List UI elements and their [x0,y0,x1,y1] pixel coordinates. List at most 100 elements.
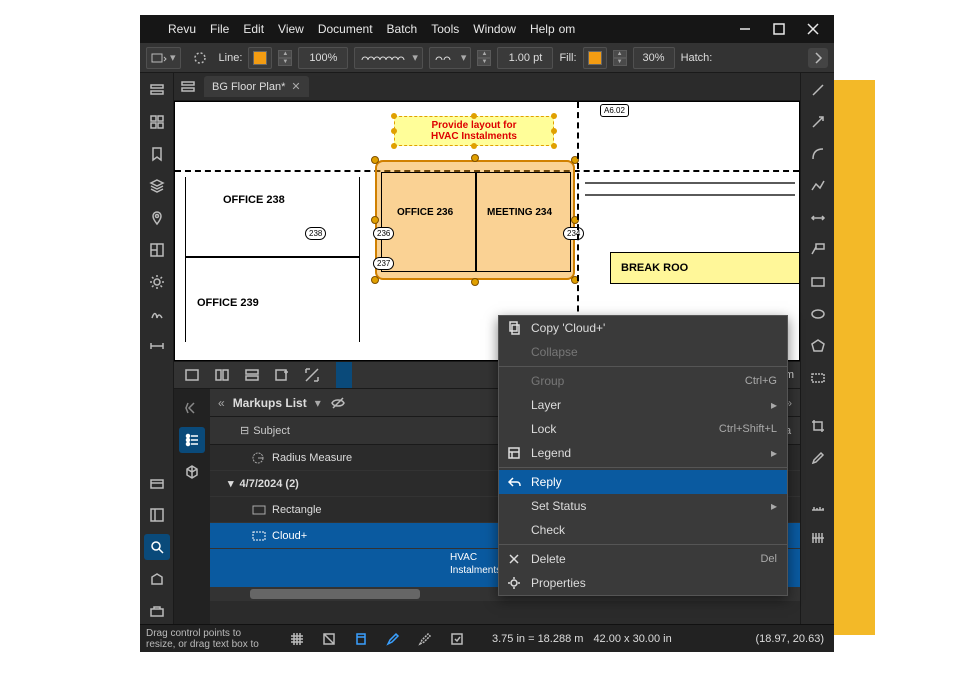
title-bar: Revu File Edit View Document Batch Tools… [140,15,834,43]
line-width-input[interactable] [502,52,548,64]
ctx-collapse: Collapse [499,340,787,364]
menu-edit[interactable]: Edit [243,22,264,36]
cloud-shape-icon[interactable] [187,45,213,71]
context-menu: Copy 'Cloud+' Collapse GroupCtrl+G Layer… [498,315,788,596]
close-tab-icon[interactable]: ✕ [291,80,300,93]
menu-revu[interactable]: Revu [168,22,196,36]
reuse-icon[interactable] [414,628,436,650]
callout-annotation[interactable]: Provide layout for HVAC Instalments [394,116,554,146]
snap-markup-icon[interactable] [382,628,404,650]
properties-panel-icon[interactable] [144,502,170,528]
spaces-icon[interactable] [144,237,170,263]
menu-batch[interactable]: Batch [387,22,418,36]
zoom-field[interactable] [298,47,348,69]
sheet-tag-a602: A6.02 [600,104,629,117]
zoom-input[interactable] [303,52,343,64]
sync-icon[interactable] [446,628,468,650]
close-button[interactable] [804,20,822,38]
ellipse-tool-icon[interactable] [805,301,831,327]
toolchest-icon[interactable] [144,470,170,496]
polygon-tool-icon[interactable] [805,333,831,359]
fill-label: Fill: [559,52,576,64]
snap-toggle-icon[interactable] [318,628,340,650]
end-style-dropdown[interactable]: ▾ [429,47,472,69]
menu-help[interactable]: Help [530,22,555,36]
width-stepper[interactable]: ▲▼ [477,50,491,66]
document-tab[interactable]: BG Floor Plan* ✕ [204,76,309,97]
new-view-icon[interactable] [270,363,294,387]
thumbnails-icon[interactable] [144,77,170,103]
sets-icon[interactable] [144,598,170,624]
layers-icon[interactable] [144,173,170,199]
zoom-stepper[interactable]: ▲▼ [278,50,292,66]
rectangle-tool-icon[interactable] [805,269,831,295]
menu-document[interactable]: Document [318,22,373,36]
profile-dropdown[interactable]: ▾ [146,47,181,69]
dimension-tool-icon[interactable] [805,205,831,231]
menu-extra: om [559,22,576,36]
menu-view[interactable]: View [278,22,304,36]
bookmark-icon[interactable] [144,141,170,167]
markups-list-icon[interactable] [179,427,205,453]
fill-color-swatch[interactable] [583,47,607,69]
highlight-tool-icon[interactable] [805,445,831,471]
room-label-office236: OFFICE 236 [397,207,453,218]
menu-tools[interactable]: Tools [431,22,459,36]
polyline-tool-icon[interactable] [805,173,831,199]
panel-collapse-icon[interactable] [179,395,205,421]
ctx-properties[interactable]: Properties [499,571,787,595]
search-panel-icon[interactable] [144,534,170,560]
menu-file[interactable]: File [210,22,229,36]
col-expand-icon[interactable]: ⊟ [240,424,249,437]
opacity-stepper[interactable]: ▲▼ [613,50,627,66]
opacity-field[interactable] [633,47,675,69]
arrow-tool-icon[interactable] [805,109,831,135]
ctx-lock[interactable]: LockCtrl+Shift+L [499,417,787,441]
opacity-input[interactable] [638,52,670,64]
grid-icon[interactable] [144,109,170,135]
tab-overflow-icon[interactable] [178,77,198,97]
studio-icon[interactable] [144,566,170,592]
hide-markups-icon[interactable] [329,394,347,412]
crop-tool-icon[interactable] [805,413,831,439]
ctx-reply[interactable]: Reply [499,470,787,494]
line-style-dropdown[interactable]: ▾ [354,47,423,69]
places-icon[interactable] [144,205,170,231]
line-color-swatch[interactable] [248,47,272,69]
ctx-legend[interactable]: Legend▸ [499,441,787,465]
ctx-group: GroupCtrl+G [499,369,787,393]
room-breakroom: BREAK ROO [610,252,800,284]
ctx-delete[interactable]: DeleteDel [499,547,787,571]
split-vert-icon[interactable] [210,363,234,387]
ctx-layer[interactable]: Layer▸ [499,393,787,417]
col-subject-label[interactable]: Subject [253,425,290,437]
callout-tool-icon[interactable] [805,237,831,263]
signatures-icon[interactable] [144,301,170,327]
arc-tool-icon[interactable] [805,141,831,167]
cloud-tool-icon[interactable] [805,365,831,391]
count-tool-icon[interactable] [805,525,831,551]
app-window: Revu File Edit View Document Batch Tools… [140,15,834,652]
line-tool-icon[interactable] [805,77,831,103]
settings-icon[interactable] [144,269,170,295]
status-dims: 42.00 x 30.00 in [593,633,671,645]
sync-view-icon[interactable] [300,363,324,387]
split-none-icon[interactable] [180,363,204,387]
minimize-button[interactable] [736,20,754,38]
line-width-field[interactable] [497,47,553,69]
snap-content-icon[interactable] [350,628,372,650]
grid-toggle-icon[interactable] [286,628,308,650]
menu-window[interactable]: Window [473,22,516,36]
calibrate-icon[interactable] [805,493,831,519]
panel-dropdown-icon[interactable]: ▾ [315,396,321,410]
hatch-label: Hatch: [681,52,713,64]
ctx-set-status[interactable]: Set Status▸ [499,494,787,518]
more-props-button[interactable] [808,48,828,68]
panel-collapse-left[interactable]: « [218,396,225,410]
maximize-button[interactable] [770,20,788,38]
ctx-copy[interactable]: Copy 'Cloud+' [499,316,787,340]
3d-icon[interactable] [179,459,205,485]
ctx-check[interactable]: Check [499,518,787,542]
split-horz-icon[interactable] [240,363,264,387]
measure-icon[interactable] [144,333,170,359]
